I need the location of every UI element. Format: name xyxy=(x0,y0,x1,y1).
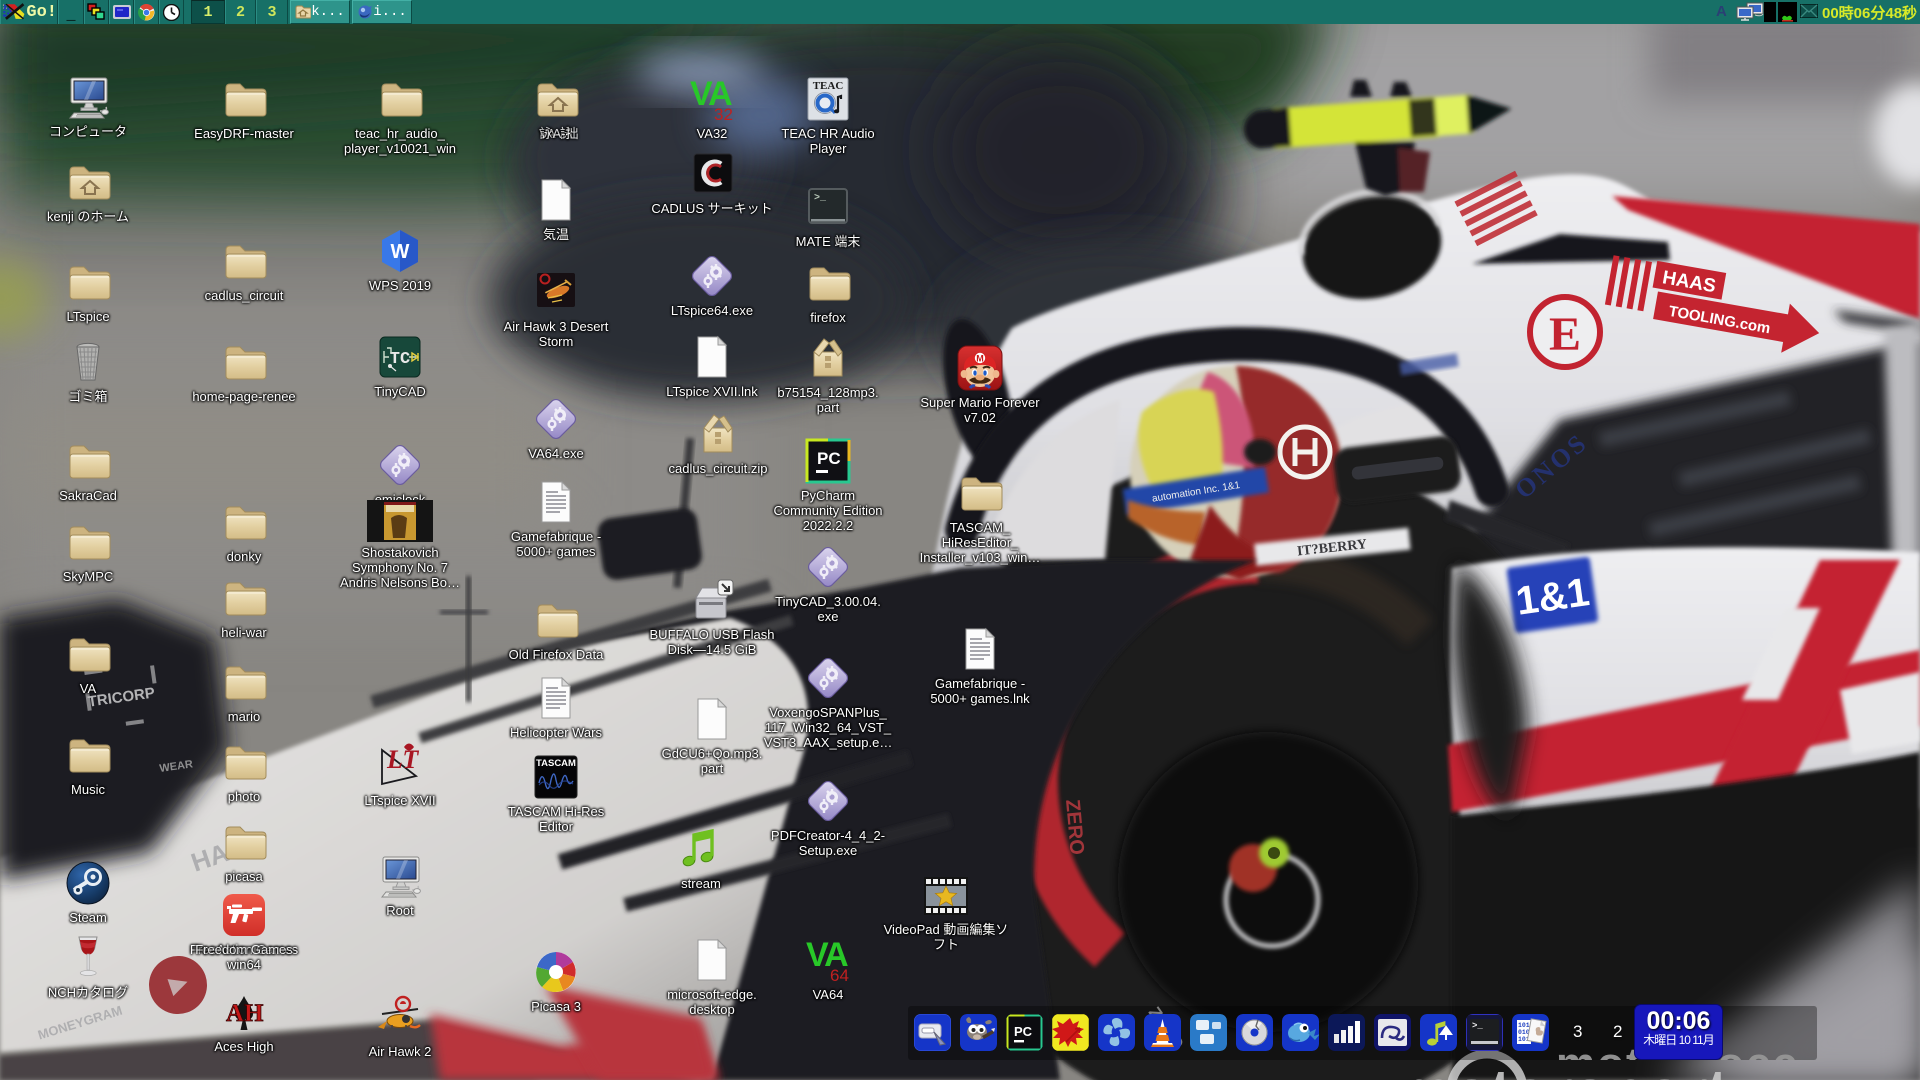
svg-text:E: E xyxy=(1549,308,1581,361)
svg-text:PC: PC xyxy=(1014,1024,1033,1039)
svg-text:101: 101 xyxy=(1518,1022,1530,1029)
svg-text:>_: >_ xyxy=(1472,1021,1483,1031)
